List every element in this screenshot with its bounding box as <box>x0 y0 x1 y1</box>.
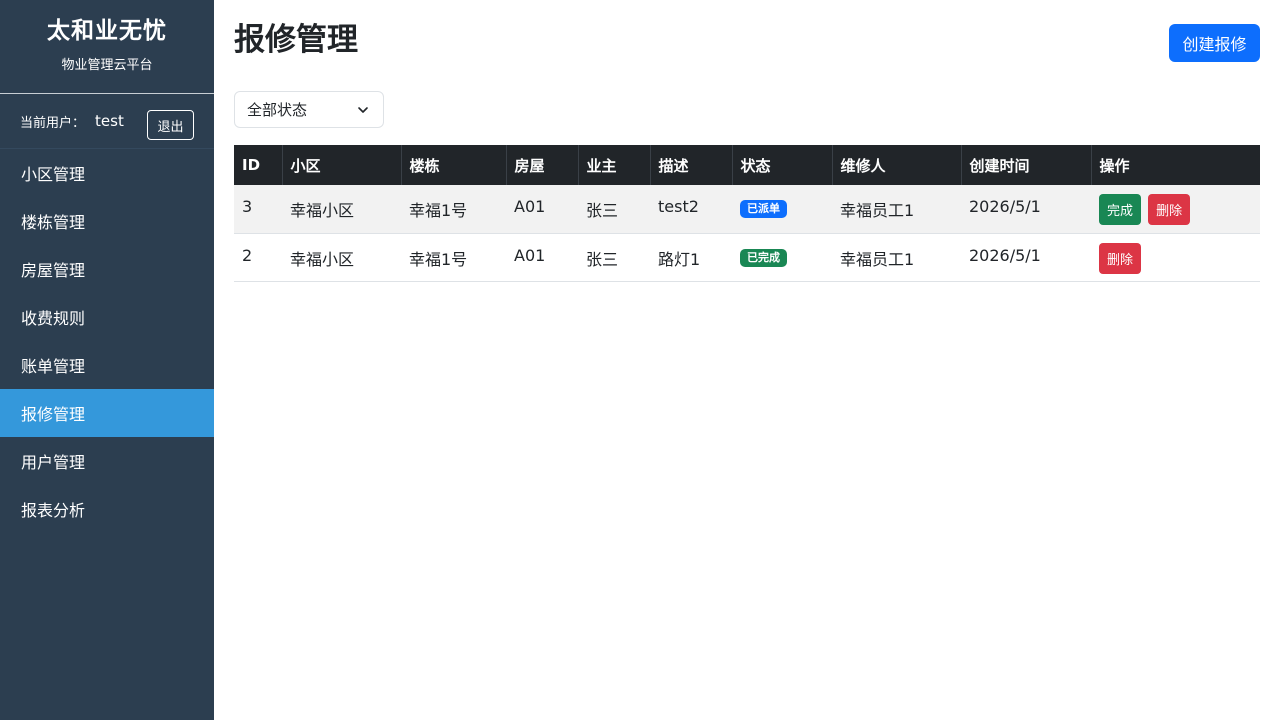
col-header-community: 小区 <box>282 145 402 185</box>
delete-button[interactable]: 删除 <box>1148 194 1191 225</box>
brand-subtitle: 物业管理云平台 <box>61 58 153 73</box>
cell-owner: 张三 <box>578 185 650 234</box>
cell-worker: 幸福员工1 <box>832 185 961 234</box>
col-header-id: ID <box>234 145 283 185</box>
col-header-house: 房屋 <box>506 145 579 185</box>
cell-status: 已完成 <box>732 233 832 282</box>
table-row: 2 幸福小区 幸福1号 A01 张三 路灯1 已完成 幸福员工1 2026/5/… <box>234 233 1260 282</box>
delete-button[interactable]: 删除 <box>1099 242 1142 274</box>
cell-id: 3 <box>234 185 282 234</box>
current-user-name: test <box>95 112 124 130</box>
sidebar-item-bills[interactable]: 账单管理 <box>0 341 214 389</box>
brand: 太和业无忧 物业管理云平台 <box>0 0 214 94</box>
status-badge: 已派单 <box>740 200 787 218</box>
col-header-status: 状态 <box>732 145 833 185</box>
cell-id: 2 <box>234 233 282 282</box>
cell-description: 路灯1 <box>650 233 732 282</box>
cell-house: A01 <box>506 233 578 282</box>
user-bar: 当前用户： test 退出 <box>0 94 214 149</box>
col-header-created: 创建时间 <box>961 145 1092 185</box>
cell-building: 幸福1号 <box>401 233 506 282</box>
sidebar-nav: 小区管理 楼栋管理 房屋管理 收费规则 账单管理 报修管理 用户管理 报表分析 <box>0 149 214 533</box>
sidebar: 太和业无忧 物业管理云平台 当前用户： test 退出 小区管理 楼栋管理 房屋… <box>0 0 214 720</box>
create-repair-button[interactable]: 创建报修 <box>1169 24 1260 62</box>
col-header-building: 楼栋 <box>401 145 507 185</box>
status-badge: 已完成 <box>740 248 787 267</box>
sidebar-item-community[interactable]: 小区管理 <box>0 149 214 197</box>
cell-actions: 删除 <box>1091 233 1260 282</box>
chevron-down-icon <box>358 107 368 113</box>
current-user-label: 当前用户： <box>20 115 86 131</box>
col-header-owner: 业主 <box>578 145 651 185</box>
sidebar-item-users[interactable]: 用户管理 <box>0 437 214 485</box>
table-row: 3 幸福小区 幸福1号 A01 张三 test2 已派单 幸福员工1 2026/… <box>234 185 1260 234</box>
cell-community: 幸福小区 <box>282 233 401 282</box>
cell-community: 幸福小区 <box>282 185 401 234</box>
complete-button[interactable]: 完成 <box>1099 194 1142 225</box>
table-header-row: ID 小区 楼栋 房屋 业主 描述 状态 维修人 创建时间 操作 <box>234 145 1260 185</box>
page-title: 报修管理 <box>234 22 358 58</box>
sidebar-item-building[interactable]: 楼栋管理 <box>0 197 214 245</box>
col-header-description: 描述 <box>650 145 733 185</box>
cell-worker: 幸福员工1 <box>832 233 961 282</box>
cell-created: 2026/5/1 <box>961 233 1091 282</box>
status-filter-select[interactable]: 全部状态 <box>234 91 384 128</box>
cell-description: test2 <box>650 185 732 234</box>
cell-actions: 完成 删除 <box>1091 185 1260 234</box>
status-filter-value: 全部状态 <box>247 101 308 119</box>
col-header-actions: 操作 <box>1091 145 1260 185</box>
sidebar-item-fee-rules[interactable]: 收费规则 <box>0 293 214 341</box>
cell-house: A01 <box>506 185 578 234</box>
sidebar-item-repairs[interactable]: 报修管理 <box>0 389 214 437</box>
logout-button[interactable]: 退出 <box>147 110 194 140</box>
cell-created: 2026/5/1 <box>961 185 1091 234</box>
sidebar-item-house[interactable]: 房屋管理 <box>0 245 214 293</box>
main-content: 报修管理 创建报修 全部状态 ID 小区 楼栋 房屋 业主 描述 状态 维修人 … <box>214 0 1280 720</box>
col-header-worker: 维修人 <box>832 145 962 185</box>
cell-building: 幸福1号 <box>401 185 506 234</box>
sidebar-item-reports[interactable]: 报表分析 <box>0 485 214 533</box>
cell-status: 已派单 <box>732 185 832 234</box>
cell-owner: 张三 <box>578 233 650 282</box>
brand-title: 太和业无忧 <box>47 18 167 44</box>
repairs-table: ID 小区 楼栋 房屋 业主 描述 状态 维修人 创建时间 操作 3 幸福小区 … <box>234 145 1260 282</box>
